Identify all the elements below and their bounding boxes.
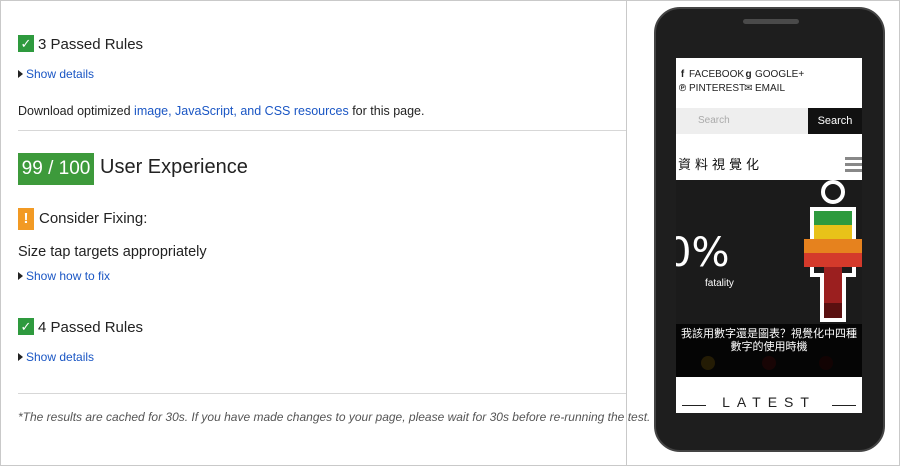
download-resources-note: Download optimized image, JavaScript, an… <box>18 104 425 118</box>
show-how-to-fix-link[interactable]: Show how to fix <box>18 269 110 283</box>
passed-rules-title: 4 Passed Rules <box>38 319 144 336</box>
download-resources-link[interactable]: image, JavaScript, and CSS resources <box>134 104 349 118</box>
tap-targets-rule: Size tap targets appropriately <box>18 244 207 260</box>
pinterest-icon: ℗ <box>678 83 687 94</box>
hamburger-menu-icon[interactable] <box>845 157 862 173</box>
consider-fixing-heading: Consider Fixing: <box>39 210 148 227</box>
triangle-right-icon <box>18 70 23 78</box>
triangle-right-icon <box>18 353 23 361</box>
social-link-pinterest[interactable]: ℗ PINTEREST <box>678 83 745 94</box>
featured-post-image[interactable]: 0% fatality 我該用數字還是圖表？視覺化中四種數字的使用時機 <box>676 180 862 377</box>
show-details-link[interactable]: Show details <box>18 67 94 81</box>
search-input[interactable]: Search <box>676 108 808 134</box>
divider <box>18 393 626 394</box>
cache-note: *The results are cached for 30s. If you … <box>18 410 651 424</box>
passed-rules-title: 3 Passed Rules <box>38 36 144 53</box>
google-plus-icon: g <box>745 69 752 80</box>
search-button[interactable]: Search <box>808 108 862 134</box>
section-title: User Experience <box>100 156 248 178</box>
social-link-google[interactable]: g GOOGLE+ <box>744 69 804 80</box>
divider <box>832 405 856 406</box>
latest-heading: LATEST <box>722 394 816 410</box>
checkmark-icon: ✓ <box>18 35 34 52</box>
hero-percent: 0% <box>676 230 730 276</box>
phone-preview: f FACEBOOK g GOOGLE+ ℗ PINTEREST ✉ EMAIL Sea… <box>654 7 885 452</box>
pagespeed-report: ✓ 3 Passed Rules Show details Download o… <box>0 0 650 466</box>
social-link-email[interactable]: ✉ EMAIL <box>744 83 785 94</box>
exclamation-icon: ! <box>18 208 34 230</box>
social-link-facebook[interactable]: f FACEBOOK <box>678 69 744 80</box>
divider <box>18 130 626 131</box>
envelope-icon: ✉ <box>744 83 753 94</box>
site-title[interactable]: 資料視覺化 <box>678 154 763 173</box>
facebook-icon: f <box>680 69 685 80</box>
checkmark-icon: ✓ <box>18 318 34 335</box>
panel-divider <box>626 0 627 466</box>
show-details-link[interactable]: Show details <box>18 350 94 364</box>
phone-speaker <box>743 19 799 24</box>
triangle-right-icon <box>18 272 23 280</box>
phone-screen: f FACEBOOK g GOOGLE+ ℗ PINTEREST ✉ EMAIL Sea… <box>676 58 862 413</box>
score-badge: 99 / 100 <box>18 153 94 185</box>
hero-fatality-label: fatality <box>705 278 734 289</box>
featured-post-caption[interactable]: 我該用數字還是圖表？視覺化中四種數字的使用時機 <box>676 324 862 377</box>
